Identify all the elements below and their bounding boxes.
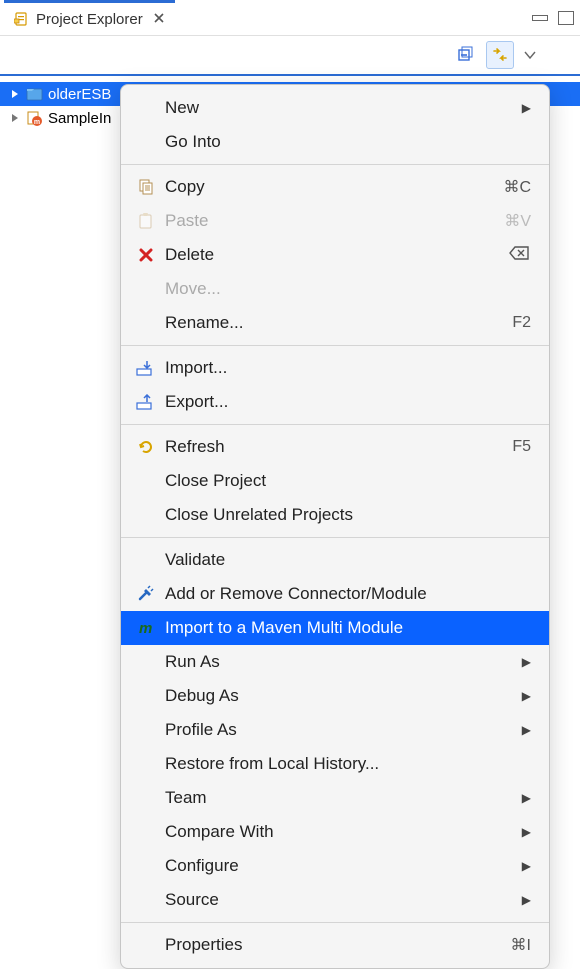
menu-copy[interactable]: Copy ⌘C — [121, 170, 549, 204]
submenu-arrow-icon: ▶ — [522, 859, 531, 873]
svg-text:m: m — [139, 620, 152, 637]
tree-item-label: SampleIn — [48, 110, 111, 127]
view-menu-dropdown[interactable] — [520, 50, 540, 60]
menu-import[interactable]: Import... — [121, 351, 549, 385]
maximize-view-button[interactable] — [558, 11, 574, 25]
copy-icon — [135, 177, 157, 197]
context-menu: New ▶ Go Into Copy ⌘C Paste ⌘V Delete Mo… — [120, 84, 550, 969]
menu-separator — [121, 537, 549, 538]
close-icon[interactable] — [153, 11, 165, 27]
menu-separator — [121, 164, 549, 165]
menu-close-unrelated[interactable]: Close Unrelated Projects — [121, 498, 549, 532]
blank-icon — [135, 98, 157, 118]
menu-configure[interactable]: Configure ▶ — [121, 849, 549, 883]
delete-key-icon — [509, 245, 531, 266]
menu-debug-as[interactable]: Debug As ▶ — [121, 679, 549, 713]
submenu-arrow-icon: ▶ — [522, 825, 531, 839]
menu-properties[interactable]: Properties ⌘I — [121, 928, 549, 962]
paste-icon — [135, 211, 157, 231]
window-controls — [532, 11, 574, 25]
shortcut-label: F5 — [512, 438, 531, 456]
minimize-view-button[interactable] — [532, 15, 548, 21]
view-toolbar — [0, 36, 580, 76]
tab-title: Project Explorer — [36, 11, 143, 28]
menu-profile-as[interactable]: Profile As ▶ — [121, 713, 549, 747]
project-explorer-icon — [14, 11, 30, 27]
link-editor-button[interactable] — [486, 41, 514, 69]
import-icon — [135, 358, 157, 378]
tree-item-label: olderESB — [48, 86, 111, 103]
menu-new[interactable]: New ▶ — [121, 91, 549, 125]
maven-icon: m — [135, 618, 157, 638]
submenu-arrow-icon: ▶ — [522, 723, 531, 737]
delete-icon — [135, 245, 157, 265]
refresh-icon — [135, 437, 157, 457]
submenu-arrow-icon: ▶ — [522, 791, 531, 805]
menu-restore-history[interactable]: Restore from Local History... — [121, 747, 549, 781]
menu-go-into[interactable]: Go Into — [121, 125, 549, 159]
menu-delete[interactable]: Delete — [121, 238, 549, 272]
expand-icon[interactable] — [8, 89, 22, 99]
submenu-arrow-icon: ▶ — [522, 689, 531, 703]
menu-run-as[interactable]: Run As ▶ — [121, 645, 549, 679]
view-tabbar: Project Explorer — [0, 0, 580, 36]
menu-compare-with[interactable]: Compare With ▶ — [121, 815, 549, 849]
menu-separator — [121, 424, 549, 425]
menu-separator — [121, 922, 549, 923]
tab-project-explorer[interactable]: Project Explorer — [4, 0, 175, 35]
shortcut-label: ⌘C — [503, 177, 531, 197]
project-icon: m — [26, 109, 44, 127]
menu-team[interactable]: Team ▶ — [121, 781, 549, 815]
connector-icon — [135, 584, 157, 604]
folder-icon — [26, 85, 44, 103]
menu-validate[interactable]: Validate — [121, 543, 549, 577]
expand-icon[interactable] — [8, 113, 22, 123]
shortcut-label: ⌘I — [511, 935, 531, 955]
menu-refresh[interactable]: Refresh F5 — [121, 430, 549, 464]
menu-close-project[interactable]: Close Project — [121, 464, 549, 498]
menu-source[interactable]: Source ▶ — [121, 883, 549, 917]
menu-separator — [121, 345, 549, 346]
collapse-all-button[interactable] — [452, 41, 480, 69]
submenu-arrow-icon: ▶ — [522, 101, 531, 115]
shortcut-label: F2 — [512, 314, 531, 332]
menu-export[interactable]: Export... — [121, 385, 549, 419]
shortcut-label: ⌘V — [504, 211, 531, 231]
menu-add-remove-connector[interactable]: Add or Remove Connector/Module — [121, 577, 549, 611]
menu-paste: Paste ⌘V — [121, 204, 549, 238]
menu-move: Move... — [121, 272, 549, 306]
menu-import-maven[interactable]: m Import to a Maven Multi Module — [121, 611, 549, 645]
svg-text:m: m — [34, 119, 40, 126]
submenu-arrow-icon: ▶ — [522, 893, 531, 907]
export-icon — [135, 392, 157, 412]
submenu-arrow-icon: ▶ — [522, 655, 531, 669]
menu-rename[interactable]: Rename... F2 — [121, 306, 549, 340]
